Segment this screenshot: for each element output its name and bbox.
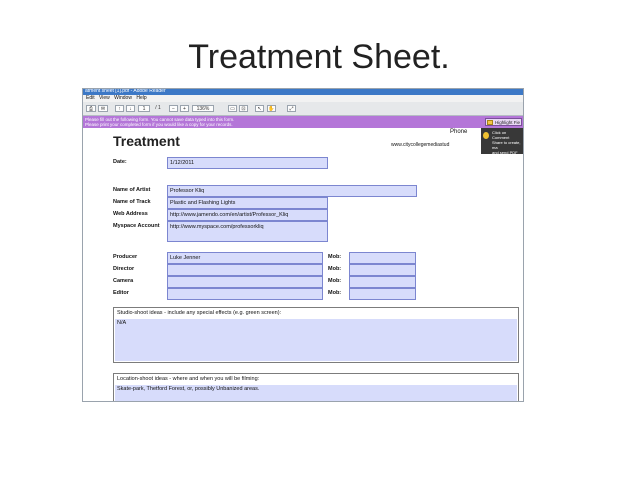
fit-width-icon[interactable]: ⊡: [239, 105, 248, 112]
editor-label: Editor: [113, 290, 129, 296]
editor-mob-field[interactable]: [349, 288, 416, 300]
editor-mob-label: Mob:: [328, 290, 342, 296]
reader-screenshot: atment sheet [1].pdf - Adobe Reader Edit…: [82, 88, 524, 402]
pdf-page: Treatment Phone www.citycollegemediastud…: [83, 128, 523, 401]
page-number-input[interactable]: 1: [138, 105, 150, 112]
info-line-2: Please print your completed form if you …: [85, 122, 233, 127]
tooltip-line: Click on Comment: [492, 130, 510, 140]
producer-field[interactable]: Luke Jenner: [167, 252, 323, 264]
highlight-icon: [487, 120, 493, 125]
menu-edit[interactable]: Edit: [86, 95, 95, 102]
studio-ideas-label: Studio-shoot ideas - include any special…: [117, 310, 282, 316]
producer-mob-label: Mob:: [328, 254, 342, 260]
previous-page-icon[interactable]: ↑: [115, 105, 124, 112]
myspace-field[interactable]: http://www.myspace.com/professorkliq: [167, 221, 328, 242]
window-title: atment sheet [1].pdf - Adobe Reader: [85, 88, 166, 94]
director-field[interactable]: [167, 264, 323, 276]
studio-ideas-field[interactable]: N/A: [115, 319, 517, 361]
camera-mob-field[interactable]: [349, 276, 416, 288]
highlight-fields-button[interactable]: Highlight Fie: [485, 118, 522, 126]
menu-help[interactable]: Help: [136, 95, 146, 102]
producer-mob-field[interactable]: [349, 252, 416, 264]
page-total: / 1: [155, 105, 161, 111]
studio-ideas-box: Studio-shoot ideas - include any special…: [113, 307, 519, 363]
director-mob-label: Mob:: [328, 266, 342, 272]
camera-field[interactable]: [167, 276, 323, 288]
location-ideas-box: Location-shoot ideas - where and when yo…: [113, 373, 519, 401]
director-mob-field[interactable]: [349, 264, 416, 276]
slide-title: Treatment Sheet.: [188, 38, 450, 76]
next-page-icon[interactable]: ↓: [126, 105, 135, 112]
toolbar: ⎙ ✉ ↑ ↓ 1 / 1 − + 136% ▭ ⊡ ↖ ✋ ⤢: [83, 102, 523, 116]
track-field[interactable]: Plastic and Flashing Lights: [167, 197, 328, 209]
date-field[interactable]: 1/12/2011: [167, 157, 328, 169]
myspace-label: Myspace Account: [113, 223, 160, 229]
menu-bar: Edit View Window Help: [83, 95, 523, 102]
date-label: Date:: [113, 159, 127, 165]
zoom-select[interactable]: 136%: [192, 105, 214, 112]
website-text: www.citycollegemediastud: [391, 142, 450, 148]
comment-tooltip: Click on Comment Share to create, ma and…: [481, 128, 523, 160]
editor-field[interactable]: [167, 288, 323, 300]
email-icon[interactable]: ✉: [98, 105, 108, 112]
director-label: Director: [113, 266, 135, 272]
zoom-in-icon[interactable]: +: [180, 105, 189, 112]
menu-window[interactable]: Window: [114, 95, 132, 102]
camera-mob-label: Mob:: [328, 278, 342, 284]
fit-page-icon[interactable]: ▭: [228, 105, 237, 112]
lightbulb-icon: [483, 132, 489, 139]
form-info-bar: Please fill out the following form. You …: [83, 116, 523, 128]
highlight-label: Highlight Fie: [495, 120, 521, 125]
tooltip-line: and send PDF files: [492, 150, 518, 160]
zoom-out-icon[interactable]: −: [169, 105, 178, 112]
location-ideas-field[interactable]: Skate-park, Thetford Forest, or, possibl…: [115, 385, 517, 401]
select-tool-icon[interactable]: ↖: [255, 105, 264, 112]
hand-tool-icon[interactable]: ✋: [267, 105, 276, 112]
producer-label: Producer: [113, 254, 138, 260]
menu-view[interactable]: View: [99, 95, 110, 102]
artist-field[interactable]: Professor Kliq: [167, 185, 417, 197]
phone-label: Phone: [450, 129, 468, 135]
track-label: Name of Track: [113, 199, 151, 205]
location-ideas-label: Location-shoot ideas - where and when yo…: [117, 376, 260, 382]
expand-icon[interactable]: ⤢: [287, 105, 296, 112]
print-icon[interactable]: ⎙: [86, 105, 96, 112]
tooltip-line: Share to create, ma: [492, 140, 521, 150]
document-title: Treatment: [113, 133, 180, 149]
artist-label: Name of Artist: [113, 187, 151, 193]
web-address-field[interactable]: http://www.jamendo.com/en/artist/Profess…: [167, 209, 328, 221]
web-address-label: Web Address: [113, 211, 148, 217]
camera-label: Camera: [113, 278, 134, 284]
